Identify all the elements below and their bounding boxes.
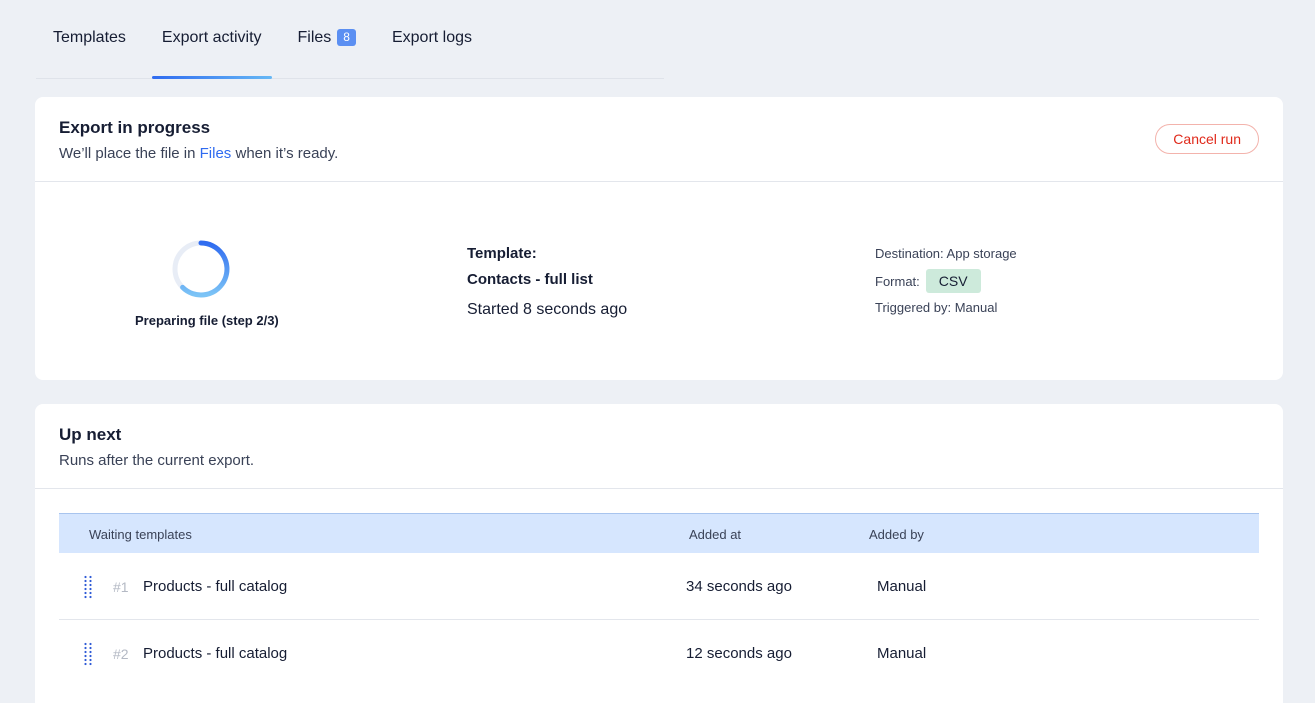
template-label: Template: (467, 245, 537, 262)
queue-rank: #2 (113, 646, 129, 662)
files-link[interactable]: Files (200, 145, 232, 162)
tab-templates[interactable]: Templates (36, 0, 136, 78)
tab-export-activity[interactable]: Export activity (151, 0, 272, 79)
tab-files[interactable]: Files 8 (288, 0, 366, 78)
cancel-run-button[interactable]: Cancel run (1155, 124, 1259, 154)
card-title: Up next (59, 425, 122, 444)
subtitle-text: when it’s ready. (235, 145, 339, 162)
format-label: Format: (875, 273, 920, 289)
progress-status: Preparing file (step 2/3) (135, 313, 279, 328)
column-header-added-at: Added at (689, 527, 742, 542)
tab-label: Files (297, 28, 332, 46)
table-row[interactable]: #1 Products - full catalog 34 seconds ag… (59, 553, 1259, 620)
added-by: Manual (877, 578, 927, 595)
subtitle-text: We’ll place the file in (59, 145, 196, 162)
tab-label: Export activity (161, 28, 262, 46)
drag-handle-icon[interactable] (83, 642, 93, 666)
tab-bar: Templates Export activity Files 8 Export … (36, 0, 664, 79)
up-next-card: Up next Runs after the current export. W… (35, 404, 1283, 703)
column-header-name: Waiting templates (89, 527, 192, 542)
drag-handle-icon[interactable] (83, 575, 93, 599)
export-progress-card: Export in progress We’ll place the file … (35, 97, 1283, 380)
template-name: Products - full catalog (143, 578, 288, 595)
table-row[interactable]: #2 Products - full catalog 12 seconds ag… (59, 620, 1259, 687)
tab-label: Export logs (391, 28, 473, 46)
card-header: Export in progress We’ll place the file … (35, 97, 1283, 182)
page: Templates Export activity Files 8 Export … (0, 0, 1315, 703)
card-subtitle: Runs after the current export. (59, 452, 255, 469)
template-name: Contacts - full list (467, 271, 593, 288)
table-header: Waiting templates Added at Added by (59, 513, 1259, 553)
column-header-added-by: Added by (869, 527, 924, 542)
card-title: Export in progress (59, 118, 211, 137)
added-at: 34 seconds ago (686, 578, 792, 595)
tab-export-logs[interactable]: Export logs (382, 0, 482, 78)
triggered-info: Triggered by: Manual (875, 300, 998, 315)
template-name: Products - full catalog (143, 645, 288, 662)
card-header: Up next Runs after the current export. (35, 404, 1283, 489)
format-info: Format: CSV (875, 269, 981, 293)
queue-rank: #1 (113, 579, 129, 595)
tab-label: Templates (53, 28, 126, 46)
destination-info: Destination: App storage (875, 246, 1017, 261)
added-by: Manual (877, 645, 927, 662)
progress-spinner-icon (170, 238, 232, 300)
files-count-badge: 8 (337, 29, 356, 46)
started-time: Started 8 seconds ago (467, 301, 628, 318)
card-subtitle: We’ll place the file in Files when it’s … (59, 145, 1259, 162)
format-badge: CSV (925, 269, 981, 293)
added-at: 12 seconds ago (686, 645, 792, 662)
